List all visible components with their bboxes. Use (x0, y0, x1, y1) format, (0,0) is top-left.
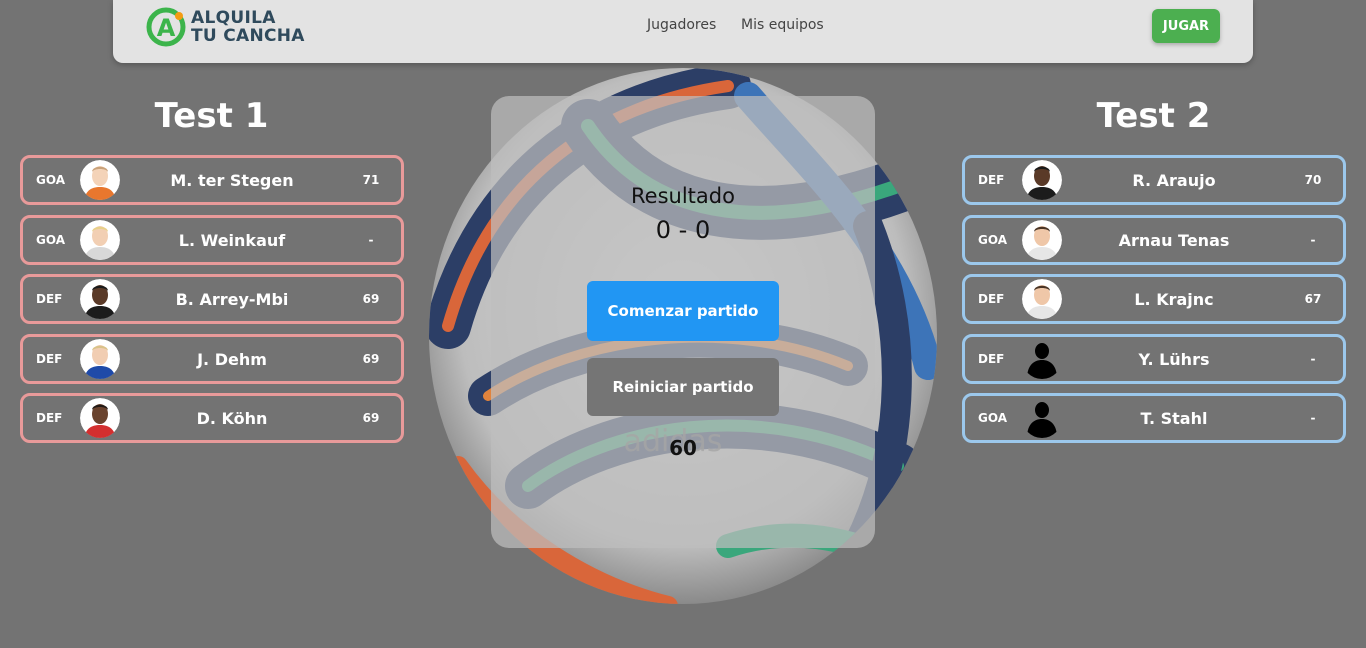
player-name: R. Araujo (1132, 171, 1216, 190)
match-timer: 60 (669, 436, 697, 460)
player-card[interactable]: DEF R. Araujo 70 (962, 155, 1346, 205)
player-position: DEF (36, 292, 63, 306)
player-name: Y. Lührs (1138, 349, 1210, 369)
player-name: L. Krajnc (1134, 290, 1214, 309)
logo-line1: ALQUILA (191, 8, 276, 28)
nav-link-jugadores[interactable]: Jugadores (647, 17, 716, 33)
player-card[interactable]: GOA L. Weinkauf - (20, 214, 404, 265)
logo[interactable]: A ALQUILA TU CANCHA (145, 5, 305, 49)
player-rating: - (368, 232, 374, 247)
player-rating: - (1310, 232, 1316, 247)
result-label: Resultado (631, 184, 735, 208)
player-avatar (80, 219, 120, 260)
play-button[interactable]: JUGAR (1152, 9, 1220, 43)
player-rating: 69 (362, 351, 380, 366)
player-rating: 69 (362, 292, 380, 306)
player-position: DEF (978, 173, 1005, 187)
player-rating: 67 (1304, 292, 1322, 306)
player-position: GOA (36, 173, 66, 187)
player-card[interactable]: GOA M. ter Stegen 71 (20, 155, 404, 205)
match-panel: Resultado 0 - 0 Comenzar partido Reinici… (491, 96, 875, 548)
player-card[interactable]: GOA T. Stahl - (962, 393, 1346, 443)
player-card[interactable]: DEF B. Arrey-Mbi 69 (20, 274, 404, 324)
player-rating: 70 (1304, 173, 1322, 187)
player-avatar (80, 338, 120, 379)
player-name: J. Dehm (197, 349, 267, 369)
player-avatar (1022, 219, 1062, 260)
player-name: T. Stahl (1140, 409, 1208, 428)
player-rating: 69 (362, 411, 380, 425)
player-position: GOA (978, 232, 1008, 247)
player-name: M. ter Stegen (170, 171, 294, 190)
player-name: Arnau Tenas (1118, 230, 1230, 250)
player-card[interactable]: DEF L. Krajnc 67 (962, 274, 1346, 324)
player-card[interactable]: DEF J. Dehm 69 (20, 333, 404, 384)
logo-text: ALQUILA TU CANCHA (191, 9, 305, 45)
player-position: DEF (978, 351, 1005, 366)
start-match-button[interactable]: Comenzar partido (587, 281, 779, 341)
team2-player-list: DEF R. Araujo 70 GOA Arnau Tenas - DEF L. Krajn… (962, 155, 1346, 453)
team1-player-list: GOA M. ter Stegen 71 GOA L. Weinkauf - DEF B. A… (20, 155, 404, 453)
player-position: GOA (36, 232, 66, 247)
player-name: B. Arrey-Mbi (175, 290, 289, 309)
player-rating: 71 (362, 173, 380, 187)
player-position: DEF (36, 411, 63, 425)
score: 0 - 0 (655, 216, 711, 244)
player-avatar (1022, 398, 1062, 438)
logo-icon: A (146, 7, 186, 47)
player-avatar (80, 279, 120, 319)
player-avatar (80, 160, 120, 200)
player-avatar (1022, 160, 1062, 200)
player-position: GOA (978, 411, 1008, 425)
team2-title: Test 2 (1096, 96, 1211, 136)
player-avatar (80, 398, 120, 438)
player-position: DEF (36, 351, 63, 366)
player-name: L. Weinkauf (178, 230, 286, 250)
logo-line2: TU CANCHA (191, 26, 305, 46)
player-card[interactable]: DEF D. Köhn 69 (20, 393, 404, 443)
player-position: DEF (978, 292, 1005, 306)
player-rating: - (1310, 411, 1316, 425)
nav-link-mis-equipos[interactable]: Mis equipos (741, 17, 824, 33)
reset-match-button[interactable]: Reiniciar partido (587, 358, 779, 416)
team1-title: Test 1 (154, 96, 269, 136)
player-avatar (1022, 279, 1062, 319)
navbar: A ALQUILA TU CANCHA Jugadores Mis equipo… (113, 0, 1253, 63)
player-avatar (1022, 339, 1062, 379)
player-name: D. Köhn (196, 409, 268, 428)
player-card[interactable]: DEF Y. Lührs - (962, 333, 1346, 384)
svg-text:A: A (157, 14, 176, 42)
player-card[interactable]: GOA Arnau Tenas - (962, 214, 1346, 265)
player-rating: - (1310, 351, 1316, 366)
